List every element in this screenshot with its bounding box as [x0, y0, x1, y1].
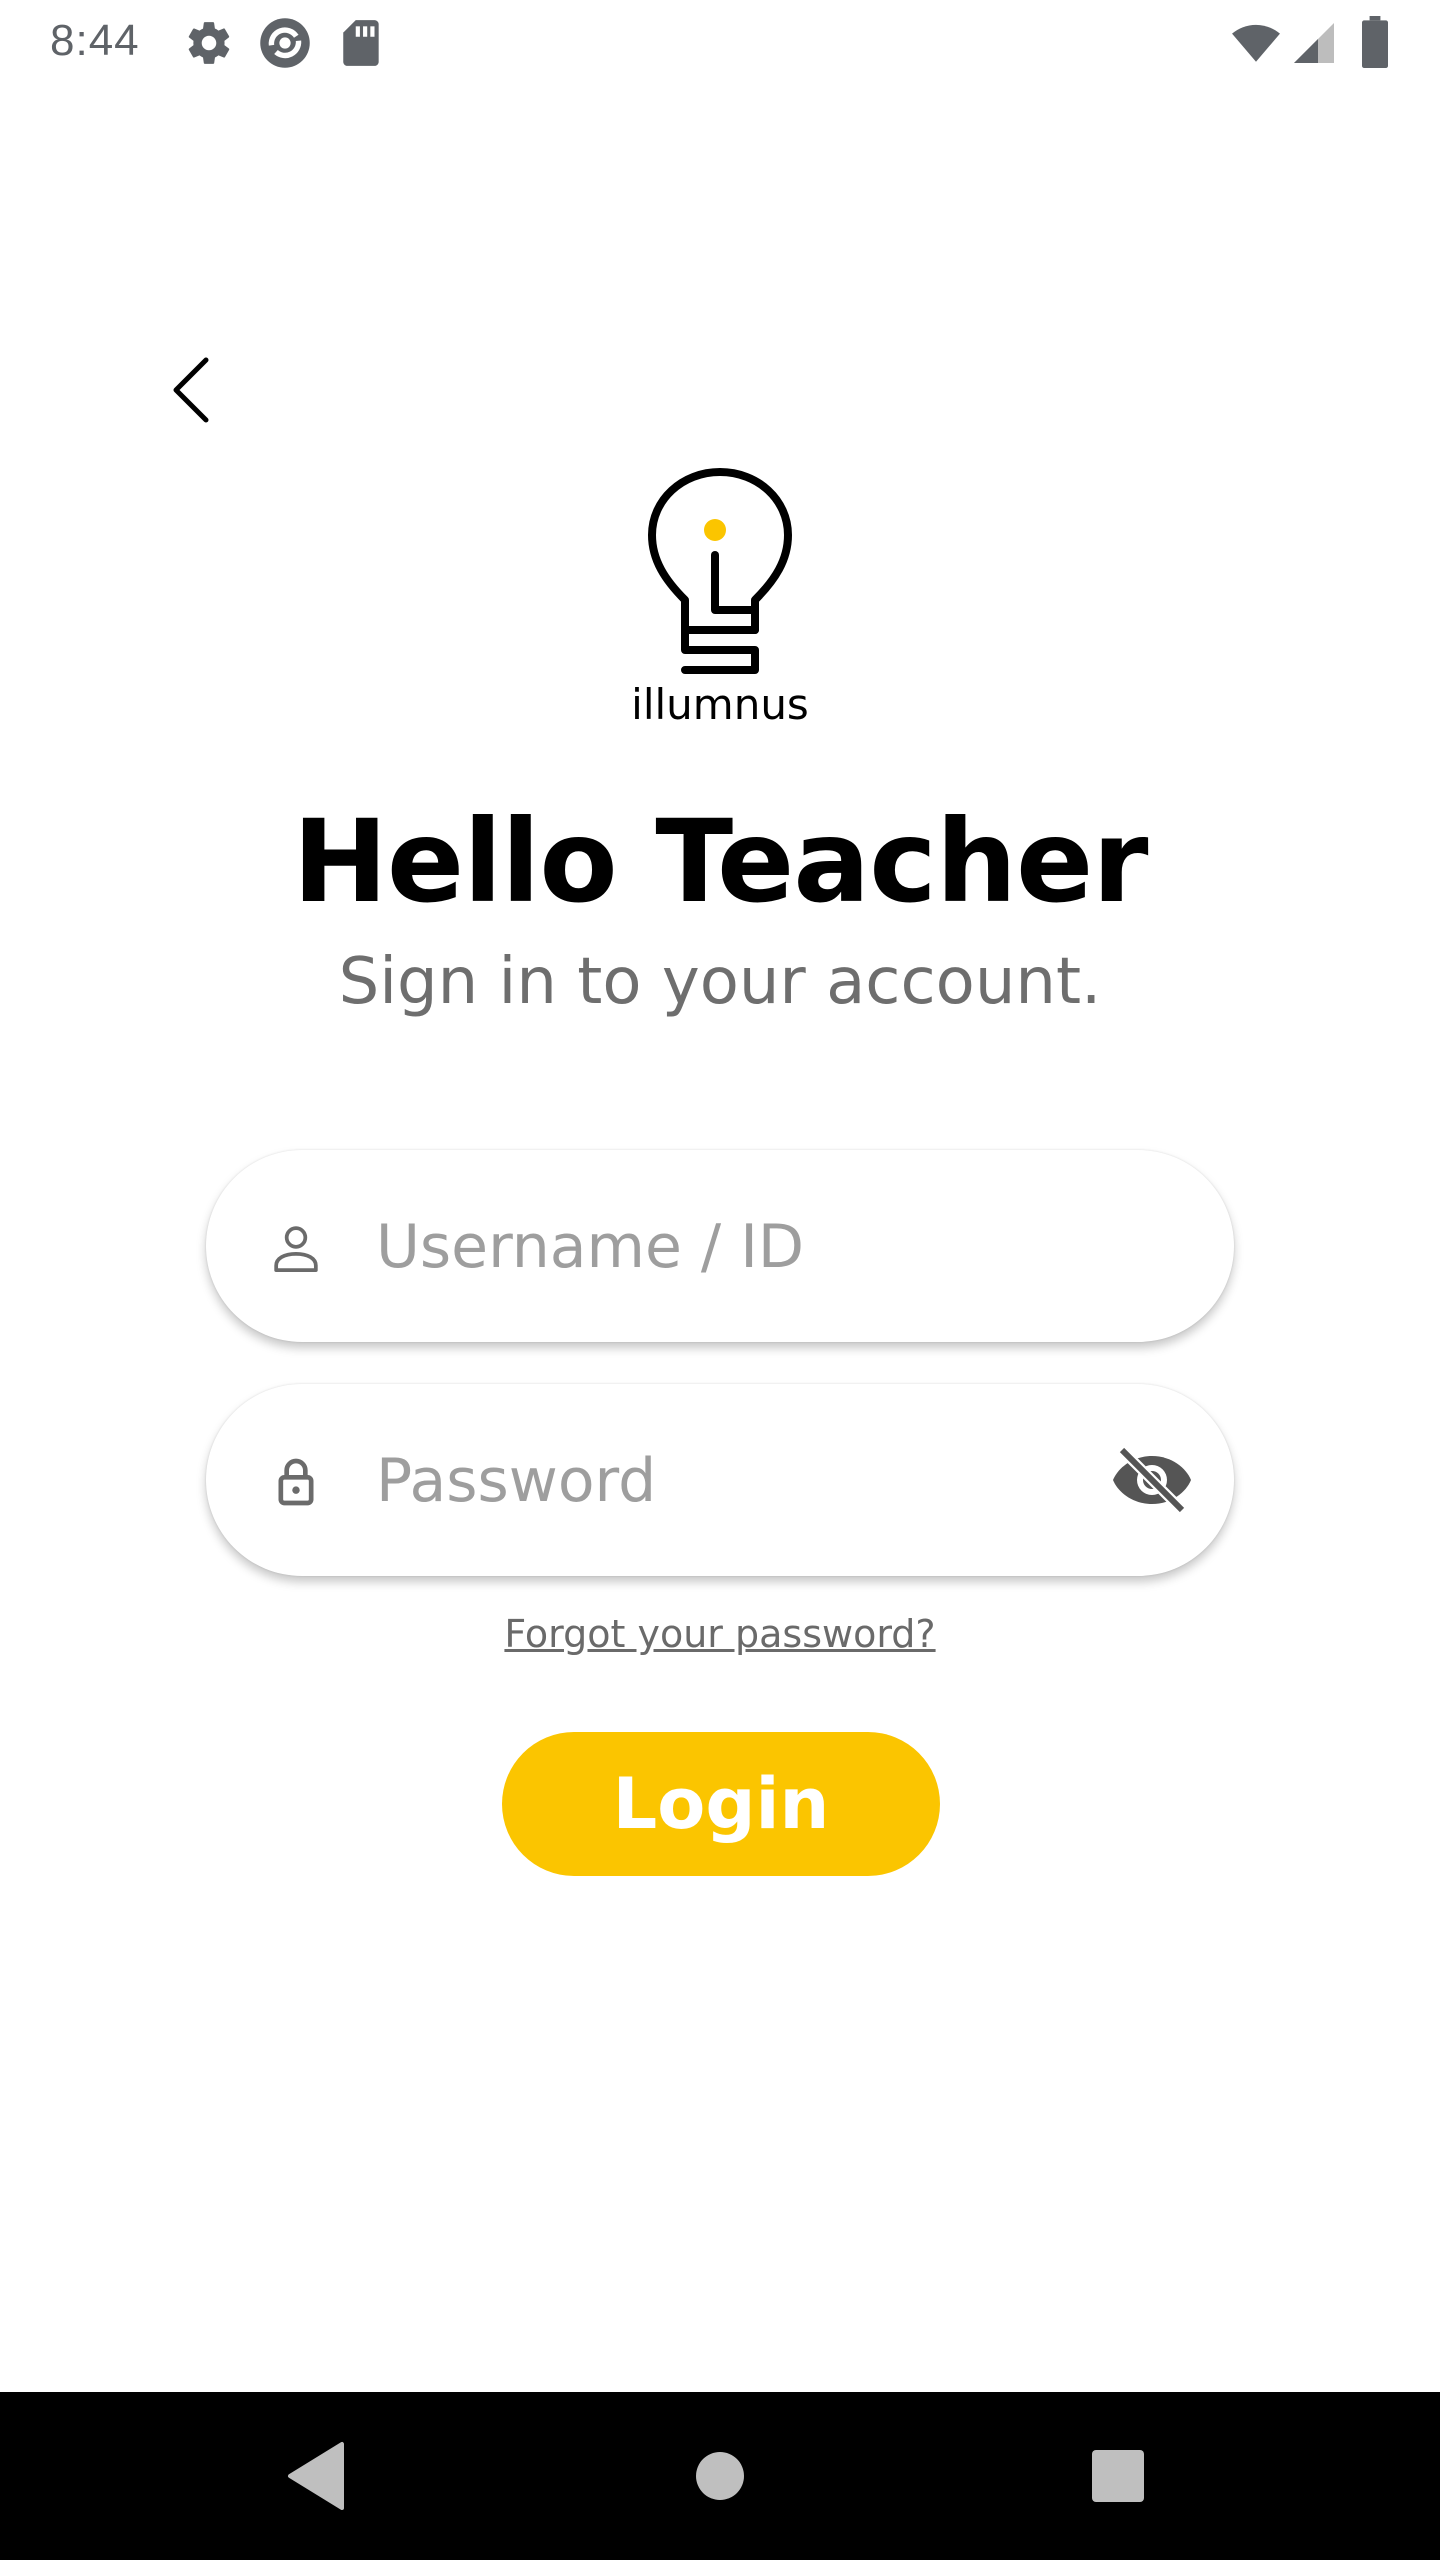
- app-logo: illumnus: [620, 460, 820, 730]
- sync-app-icon: [260, 18, 310, 68]
- forgot-password-link[interactable]: Forgot your password?: [0, 1612, 1440, 1656]
- cellular-signal-icon: [1294, 23, 1334, 63]
- recents-square-icon[interactable]: [1078, 2436, 1158, 2516]
- eye-off-icon[interactable]: [1110, 1444, 1194, 1516]
- login-button[interactable]: Login: [502, 1732, 940, 1876]
- password-field[interactable]: [206, 1384, 1234, 1576]
- username-field[interactable]: [206, 1150, 1234, 1342]
- page-subtitle: Sign in to your account.: [338, 945, 1102, 1019]
- battery-icon: [1362, 16, 1388, 68]
- password-input[interactable]: [374, 1432, 1098, 1530]
- status-time: 8:44: [50, 16, 140, 65]
- settings-icon: [188, 22, 230, 64]
- back-triangle-icon[interactable]: [278, 2436, 358, 2516]
- person-icon: [274, 1226, 318, 1273]
- logo-text: illumnus: [631, 680, 809, 729]
- status-bar: 8:44: [0, 0, 1440, 84]
- home-circle-icon[interactable]: [680, 2436, 760, 2516]
- chevron-left-icon: [173, 357, 209, 423]
- back-button[interactable]: [150, 350, 230, 430]
- page-title: Hello Teacher: [292, 795, 1148, 928]
- sd-card-icon: [343, 20, 379, 66]
- system-nav-bar: [0, 2392, 1440, 2560]
- logo-accent-dot: [704, 519, 726, 541]
- lock-icon: [278, 1458, 314, 1506]
- username-input[interactable]: [374, 1198, 1098, 1296]
- wifi-icon: [1232, 24, 1280, 62]
- lightbulb-icon: [648, 468, 792, 674]
